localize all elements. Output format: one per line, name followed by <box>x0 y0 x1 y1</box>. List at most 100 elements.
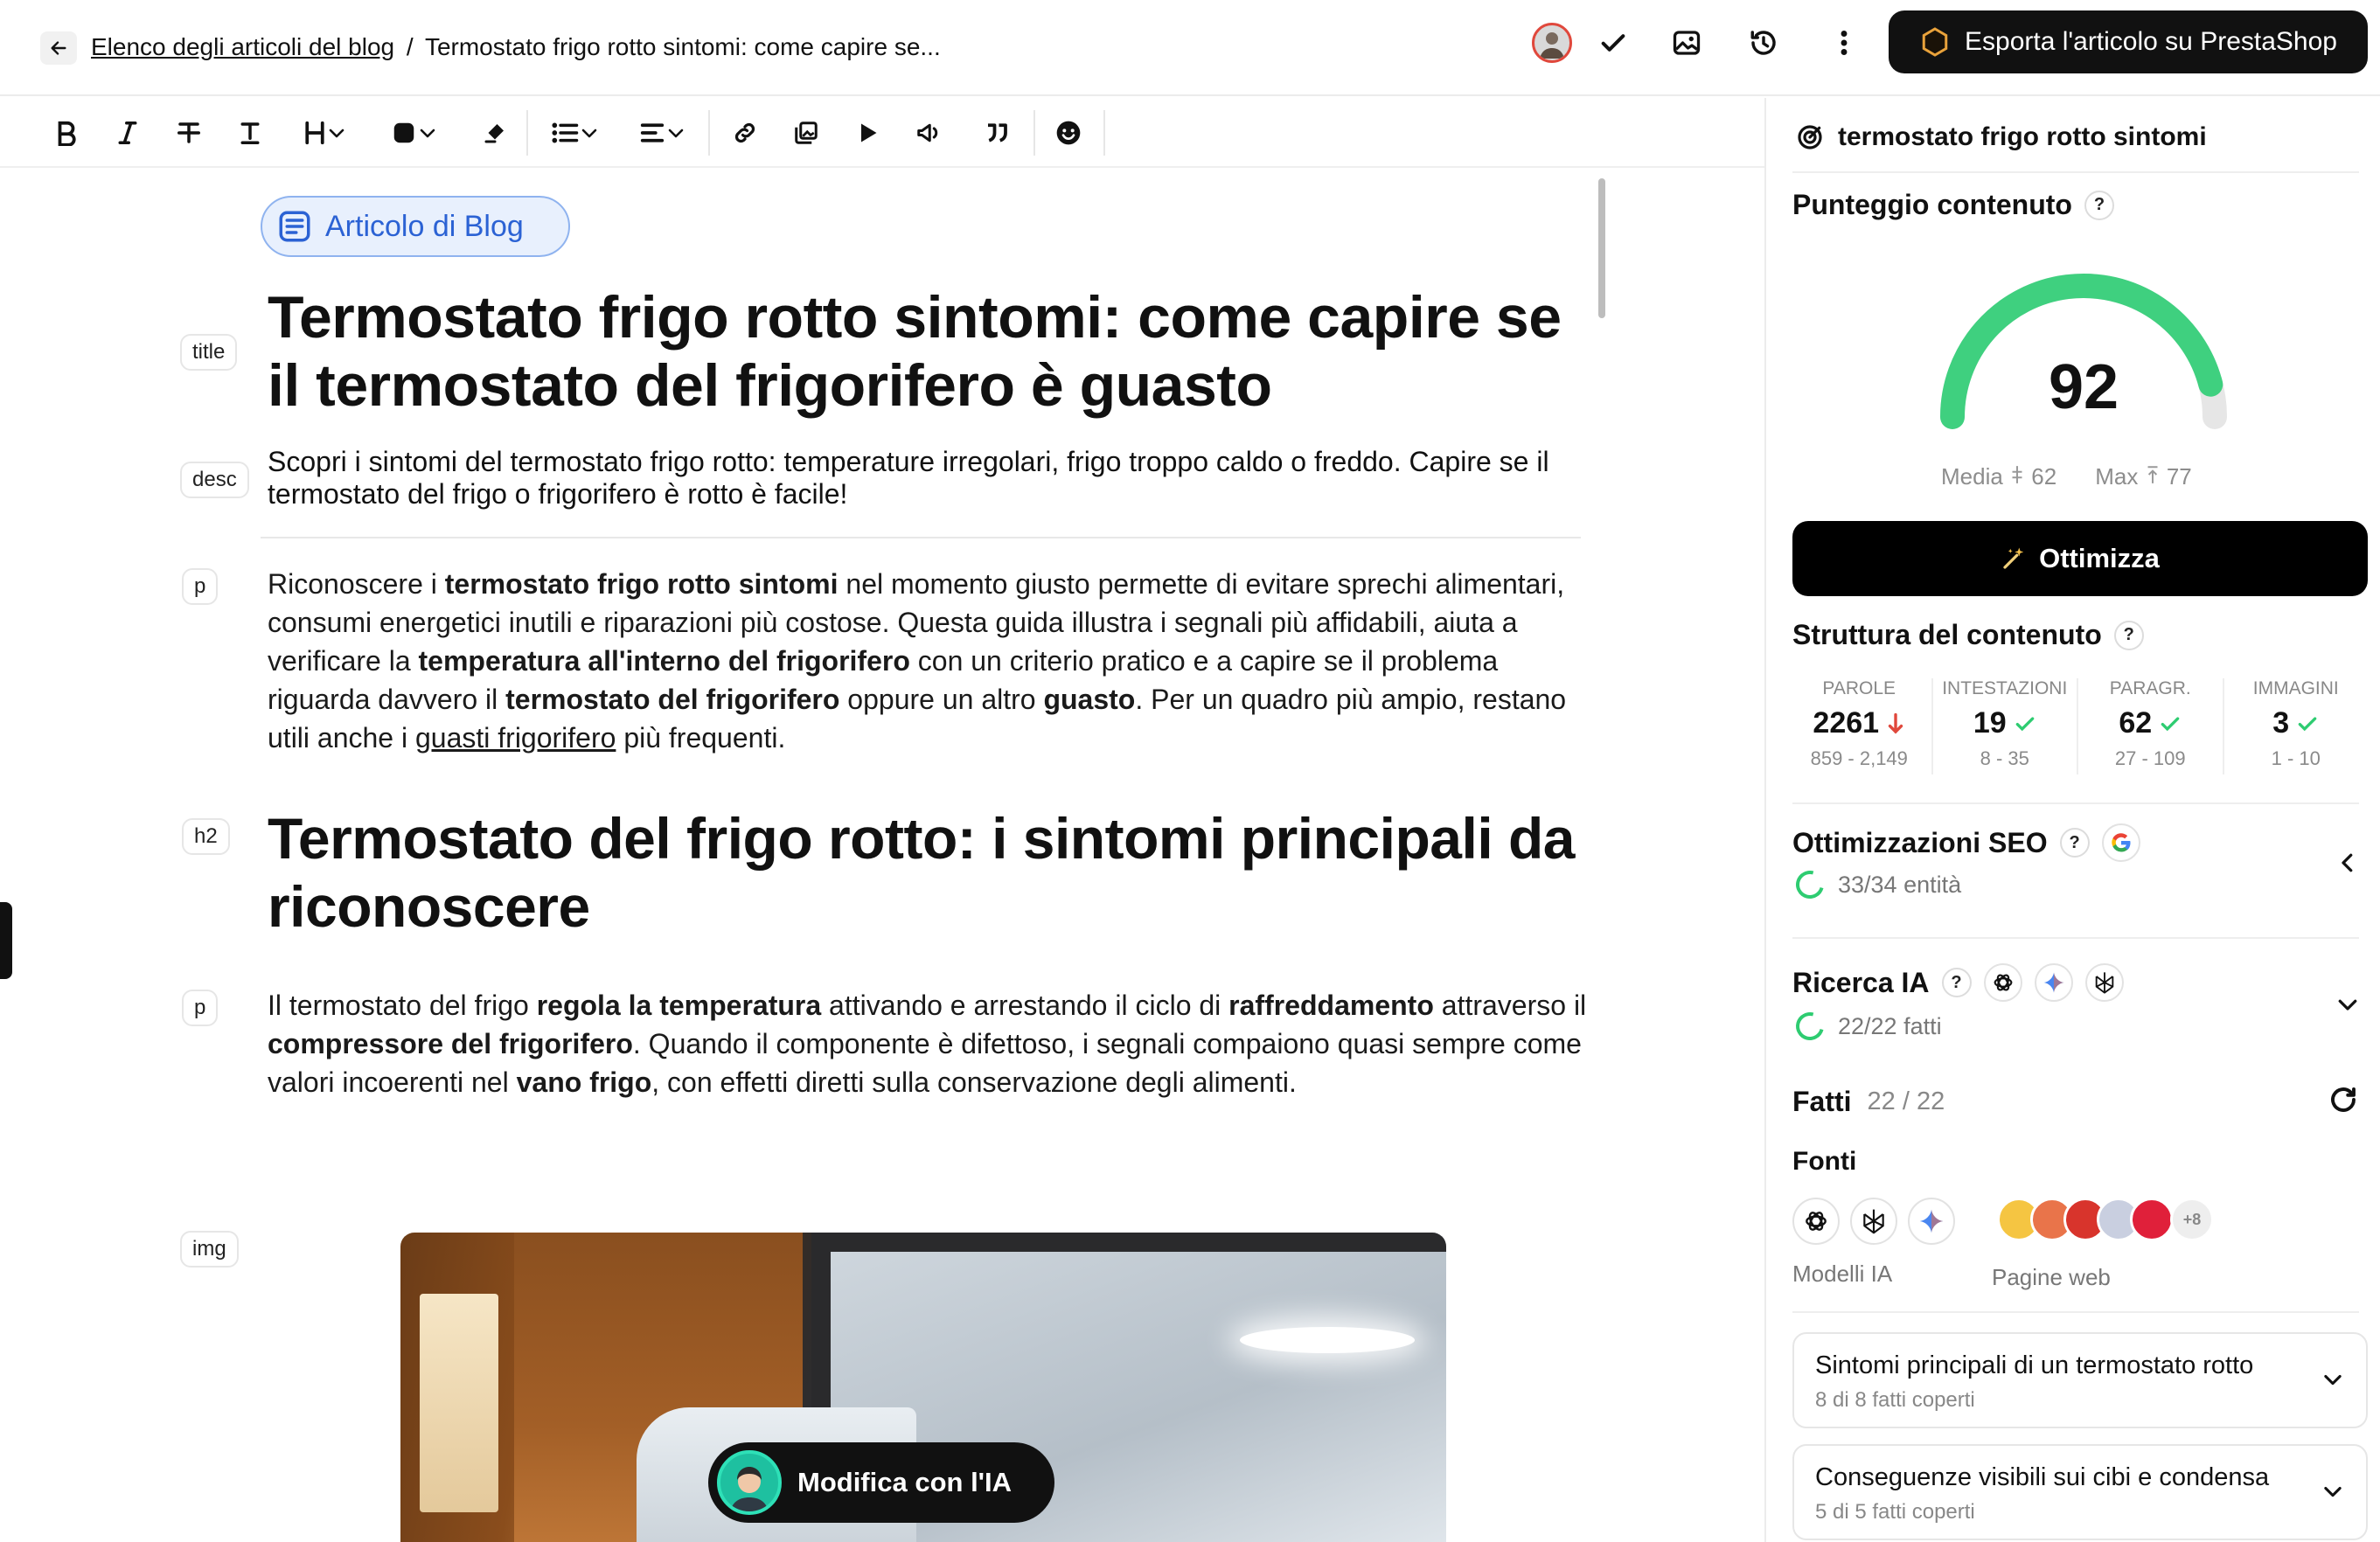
openai-icon <box>1983 963 2022 1002</box>
play-icon <box>861 123 877 142</box>
paragraph-intro[interactable]: Riconoscere i termostato frigo rotto sin… <box>268 565 1597 757</box>
inline-link[interactable]: guasti frigorifero <box>415 722 616 754</box>
optimize-button[interactable]: Ottimizza <box>1792 521 2368 596</box>
editor-toolbar <box>0 98 1764 168</box>
stat-value: 3 <box>2272 706 2290 740</box>
stat-words: PAROLE 2261 859 - 2,149 <box>1787 678 1933 774</box>
sources-heading: Fonti <box>1792 1147 1856 1177</box>
link-button[interactable] <box>724 110 766 156</box>
image-gallery-button[interactable] <box>785 110 827 156</box>
text-run: Il termostato del frigo <box>268 990 537 1021</box>
seo-side-panel: termostato frigo rotto sintomi Punteggio… <box>1764 98 2380 1542</box>
content-structure-title: Struttura del contenuto <box>1792 619 2102 650</box>
text-run: oppure un altro <box>839 684 1044 715</box>
chevron-down-icon <box>668 128 684 138</box>
ai-model-sources[interactable] <box>1792 1198 1955 1245</box>
italic-button[interactable] <box>107 110 149 156</box>
ai-research-collapse-toggle[interactable] <box>2335 991 2361 1022</box>
bold-keyword: raffreddamento <box>1228 990 1434 1021</box>
chevron-down-icon <box>420 128 435 138</box>
strikethrough-icon <box>177 122 200 143</box>
panel-divider <box>1792 937 2359 939</box>
strikethrough-button[interactable] <box>168 110 210 156</box>
more-options-button[interactable] <box>1815 14 1873 72</box>
back-button[interactable] <box>40 31 77 65</box>
export-button-label: Esporta l'articolo su PrestaShop <box>1965 27 2337 56</box>
text-run: più frequenti. <box>616 722 786 754</box>
block-label-desc[interactable]: desc <box>180 462 249 498</box>
keyword-text: termostato frigo rotto sintomi <box>1838 122 2207 151</box>
announcement-button[interactable] <box>908 110 950 156</box>
web-page-sources[interactable]: +8 <box>1997 1198 2214 1241</box>
megaphone-icon <box>917 123 938 142</box>
color-dropdown[interactable] <box>381 110 448 156</box>
block-label-p[interactable]: p <box>182 568 219 605</box>
image-icon <box>1673 31 1701 55</box>
highlight-button[interactable] <box>474 110 516 156</box>
section-heading[interactable]: Termostato del frigo rotto: i sintomi pr… <box>268 804 1597 941</box>
paragraph-symptoms[interactable]: Il termostato del frigo regola la temper… <box>268 986 1597 1101</box>
help-icon[interactable]: ? <box>2084 190 2114 220</box>
more-sources-badge[interactable]: +8 <box>2170 1198 2214 1241</box>
help-icon[interactable]: ? <box>2113 620 2144 650</box>
seo-optimizations-heading[interactable]: Ottimizzazioni SEO ? <box>1792 823 2140 862</box>
block-label-p[interactable]: p <box>182 990 219 1026</box>
image-button[interactable] <box>1658 14 1715 72</box>
seo-collapse-toggle[interactable] <box>2335 850 2361 880</box>
user-avatar[interactable] <box>1523 14 1581 72</box>
stat-images: IMMAGINI 3 1 - 10 <box>2224 678 2369 774</box>
quote-icon <box>988 123 1007 142</box>
quote-button[interactable] <box>976 110 1018 156</box>
list-dropdown[interactable] <box>542 110 609 156</box>
emoji-button[interactable] <box>1047 110 1089 156</box>
target-keyword[interactable]: termostato frigo rotto sintomi <box>1796 122 2207 152</box>
breadcrumb-blog-list-link[interactable]: Elenco degli articoli del blog <box>91 33 394 60</box>
bold-button[interactable] <box>45 110 87 156</box>
prestashop-logo-icon <box>1922 27 1948 57</box>
editor-scrollbar[interactable] <box>1598 178 1605 318</box>
align-dropdown[interactable] <box>630 110 696 156</box>
stat-range: 859 - 2,149 <box>1810 747 1908 769</box>
breadcrumb: Elenco degli articoli del blog / Termost… <box>91 30 941 65</box>
refresh-facts-button[interactable] <box>2328 1084 2359 1120</box>
emoji-icon <box>1056 121 1081 145</box>
video-button[interactable] <box>846 110 888 156</box>
edit-with-ai-button[interactable]: Modifica con l'IA <box>708 1442 1054 1523</box>
block-label-h2[interactable]: h2 <box>182 818 230 855</box>
toolbar-divider <box>708 110 710 156</box>
block-label-title[interactable]: title <box>180 334 238 371</box>
article-description[interactable]: Scopri i sintomi del termostato frigo ro… <box>268 446 1597 511</box>
expand-toggle[interactable] <box>2321 1479 2345 1508</box>
help-icon[interactable]: ? <box>1941 968 1972 997</box>
ai-research-heading[interactable]: Ricerca IA ? <box>1792 963 2124 1002</box>
content-structure-stats: PAROLE 2261 859 - 2,149 INTESTAZIONI 19 … <box>1787 678 2368 774</box>
check-icon <box>2298 716 2317 731</box>
check-icon <box>2161 716 2180 731</box>
panel-divider <box>1792 171 2359 173</box>
text-style-button[interactable] <box>229 110 271 156</box>
stat-label: PARAGR. <box>2109 678 2191 698</box>
toolbar-divider <box>1103 110 1105 156</box>
heading-icon <box>305 121 324 145</box>
history-button[interactable] <box>1735 14 1792 72</box>
facts-title: Fatti <box>1792 1086 1852 1117</box>
fact-group-coverage: 5 di 5 fatti coperti <box>1815 1500 1975 1524</box>
fact-group-card[interactable]: Sintomi principali di un termostato rott… <box>1792 1332 2368 1428</box>
export-prestashop-button[interactable]: Esporta l'articolo su PrestaShop <box>1889 10 2368 73</box>
fact-group-card[interactable]: Conseguenze visibili sui cibi e condensa… <box>1792 1444 2368 1540</box>
help-icon[interactable]: ? <box>2059 828 2090 858</box>
chevron-down-icon <box>2338 999 2357 1011</box>
check-button[interactable] <box>1584 14 1642 72</box>
block-label-img[interactable]: img <box>180 1231 239 1268</box>
average-label: Media <box>1941 463 2003 490</box>
sidebar-collapse-handle[interactable] <box>0 902 12 979</box>
divider <box>261 537 1581 538</box>
bold-keyword: regola la temperatura <box>536 990 822 1021</box>
seo-entities-progress: 33/34 entità <box>1791 865 1961 904</box>
article-title[interactable]: Termostato frigo rotto sintomi: come cap… <box>268 283 1597 420</box>
editor-canvas[interactable]: Articolo di Blog title Termostato frigo … <box>0 168 1764 1542</box>
top-bar: Elenco degli articoli del blog / Termost… <box>0 0 2380 96</box>
article-type-chip[interactable]: Articolo di Blog <box>261 196 570 257</box>
heading-dropdown[interactable] <box>292 110 358 156</box>
expand-toggle[interactable] <box>2321 1367 2345 1396</box>
